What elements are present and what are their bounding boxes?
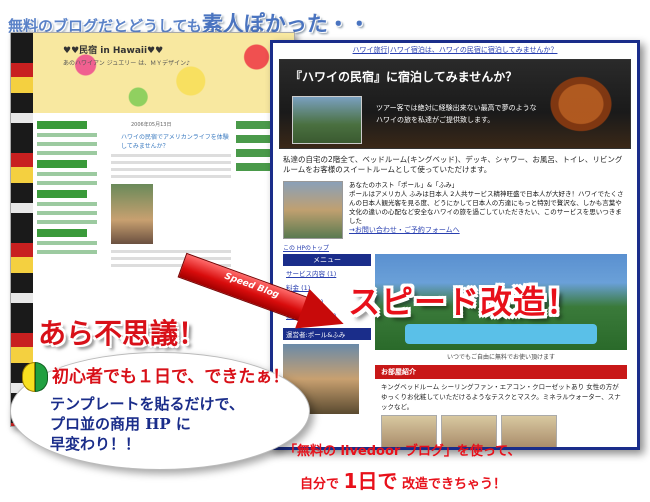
resort-caption: いつでもご自由に無料でお使い頂けます [446,354,555,361]
hero-copy: ツアー客では絶対に経験出来ない最高で夢のような ハワイの旅を私達がご提供致します… [376,102,537,126]
bubble-line-3: 早変わり！！ [50,435,141,453]
contact-link[interactable]: →お問い合わせ・ご予約フォームへ [349,226,627,235]
bubble-line-2: プロ並の商用 HP に [50,415,191,433]
host-body: ポールはアメリカ人 ふみは日本人 2人共サービス精神旺盛で日本人が大好き！ハワイ… [349,190,624,225]
top-link[interactable]: ハワイ旅行|ハワイ宿泊は、ハワイの民宿に宿泊してみませんか？ [273,43,637,57]
menu-title: メニュー [283,254,371,266]
room-heading: お部屋紹介 [375,365,627,379]
caption-pre: 自分で [300,477,340,492]
hero-photo [292,96,362,144]
blog-title: ♥♥民宿 in Hawaii♥♥ [63,46,164,56]
blog-subtitle: あのハワイアン ジュエリー は、ＭＹデザイン♪ [63,60,190,67]
post-date: 2006年05月13日 [131,122,172,128]
bubble-line-1: テンプレートを貼るだけで、 [50,395,244,413]
host-text: あなたのホスト「ポール」&「ふみ」 ポールはアメリカ人 ふみは日本人 2人共サー… [343,181,627,239]
headline: 無料のブログだとどうしても素人ぽかった・・ [8,8,648,36]
speed-banner: スピード改造！ [348,283,580,321]
hibiscus-icon [536,64,626,144]
nav-label[interactable]: この HPのトップ [283,243,627,252]
caption-line-1: 「無料の livedoor ブログ」を使って、 [284,444,521,459]
hero-copy-line-1: ツアー客では絶対に経験出来ない最高で夢のような [376,104,537,112]
host-heading: あなたのホスト「ポール」&「ふみ」 [349,181,459,189]
caption-line-2: 自分で 1日で 改造できちゃう！ [300,465,506,494]
hero-heading: 『ハワイの民宿』に宿泊してみませんか？ [290,70,518,84]
hero-copy-line-2: ハワイの旅を私達がご提供致します。 [376,116,495,124]
host-photo [283,181,343,239]
bubble-text: テンプレートを貼るだけで、 プロ並の商用 HP に 早変わり！！ [50,394,244,454]
blog-header: ♥♥民宿 in Hawaii♥♥ あのハワイアン ジュエリー は、ＭＹデザイン♪ [33,33,294,113]
room-text: キングベッドルーム シーリングファン・エアコン・クローゼットあり 女性の方がゆっ… [381,383,621,411]
post-title: ハワイの民宿でアメリカンライフを体験してみませんか？ [121,134,229,150]
host-section: あなたのホスト「ポール」&「ふみ」 ポールはアメリカ人 ふみは日本人 2人共サー… [283,181,627,239]
intro-text: 私達の自宅の2階全て、ベッドルーム(キングベッド)、デッキ、シャワー、お風呂、ト… [283,155,623,174]
after-page-screenshot: ハワイ旅行|ハワイ宿泊は、ハワイの民宿に宿泊してみませんか？ 『ハワイの民宿』に… [270,40,640,450]
beginner-text: 初心者でも１日で、できたぁ！ [52,367,290,387]
caption-post: 改造できちゃう！ [402,477,507,492]
caption-day: 1日で [343,469,398,493]
post-photo [111,184,153,244]
ara-fushigi-text: あら不思議！ [38,317,207,350]
hero-banner: 『ハワイの民宿』に宿泊してみませんか？ ツアー客では絶対に経験出来ない最高で夢の… [279,59,631,149]
beginner-mark-icon [22,362,48,392]
